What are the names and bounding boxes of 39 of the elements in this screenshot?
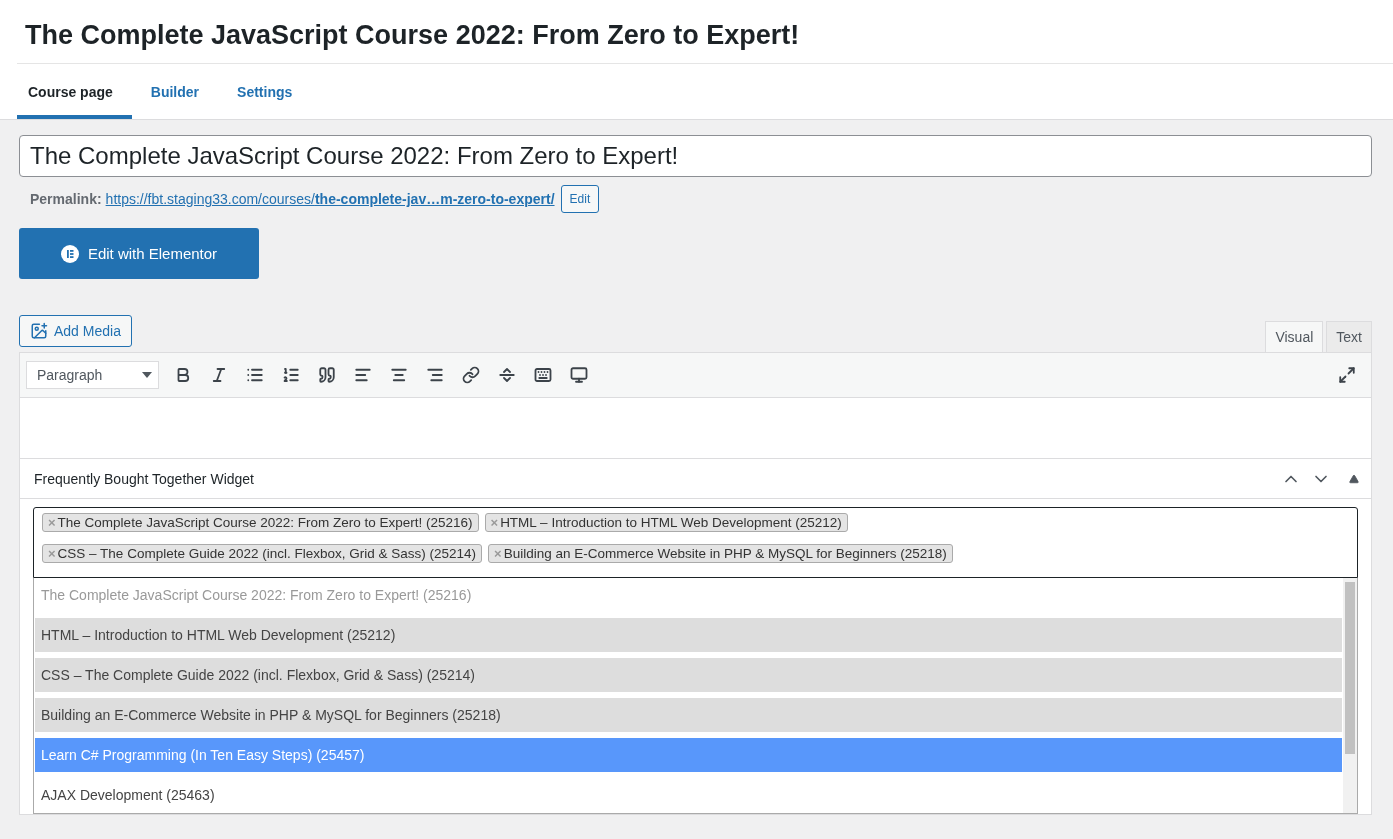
link-icon	[462, 366, 480, 384]
bulleted-list-icon	[246, 366, 264, 384]
dropdown-caret-icon	[142, 372, 152, 378]
permalink-label: Permalink:	[30, 191, 102, 207]
tag-label: The Complete JavaScript Course 2022: From Zero to Expert! (25216)	[57, 515, 473, 530]
editor-tab[interactable]: Visual	[1265, 321, 1324, 353]
align-center-icon	[390, 366, 408, 384]
keyboard-icon	[534, 366, 552, 384]
monitor-icon	[570, 366, 588, 384]
dropdown-option[interactable]: HTML – Introduction to HTML Web Development (25212)	[35, 618, 1342, 652]
quote-icon	[318, 366, 336, 384]
dropdown-option[interactable]: CSS – The Complete Guide 2022 (incl. Flexbox, Grid & Sass) (25214)	[35, 658, 1342, 692]
italic-icon	[210, 366, 228, 384]
tag-label: CSS – The Complete Guide 2022 (incl. Flexbox, Grid & Sass) (25214)	[57, 546, 477, 561]
widget-title: Frequently Bought Together Widget	[34, 470, 255, 487]
format-select[interactable]: Paragraph	[26, 361, 159, 389]
triangle-up-icon	[1349, 473, 1359, 484]
editor-tab[interactable]: Text	[1326, 321, 1372, 353]
numbered-list-icon	[282, 366, 300, 384]
media-icon	[30, 322, 48, 340]
align-left-icon	[354, 366, 372, 384]
collapse-button[interactable]	[1349, 473, 1359, 484]
elementor-icon	[60, 244, 79, 263]
permalink-link[interactable]: https://fbt.staging33.com/courses/the-complete-jav…m-zero-to-expert/	[105, 191, 555, 207]
title-input-field[interactable]: The Complete JavaScript Course 2022: From Zero to Expert!	[19, 135, 1372, 177]
dropdown-option[interactable]: Building an E-Commerce Website in PHP & MySQL for Beginners (25218)	[35, 698, 1342, 732]
align-right-icon	[426, 366, 444, 384]
edit-permalink-button[interactable]: Edit	[560, 185, 600, 213]
page-tab[interactable]: Settings	[226, 64, 312, 119]
page-tab[interactable]: Builder	[139, 64, 219, 119]
scrollbar[interactable]	[1343, 578, 1357, 813]
add-media-button[interactable]: Add Media	[19, 315, 132, 347]
dropdown-option[interactable]: Learn C# Programming (In Ten Easy Steps) (25457)	[35, 738, 1342, 772]
edit-with-elementor-button[interactable]: Edit with Elementor	[19, 228, 259, 279]
fullscreen-icon	[1338, 366, 1356, 384]
tag-label: Building an E-Commerce Website in PHP & MySQL for Beginners (25218)	[503, 546, 947, 561]
page-tab[interactable]: Course page	[17, 64, 132, 119]
tag-label: HTML – Introduction to HTML Web Development (25212)	[500, 515, 842, 530]
page-title: The Complete JavaScript Course 2022: From Zero to Expert!	[17, 0, 1393, 64]
